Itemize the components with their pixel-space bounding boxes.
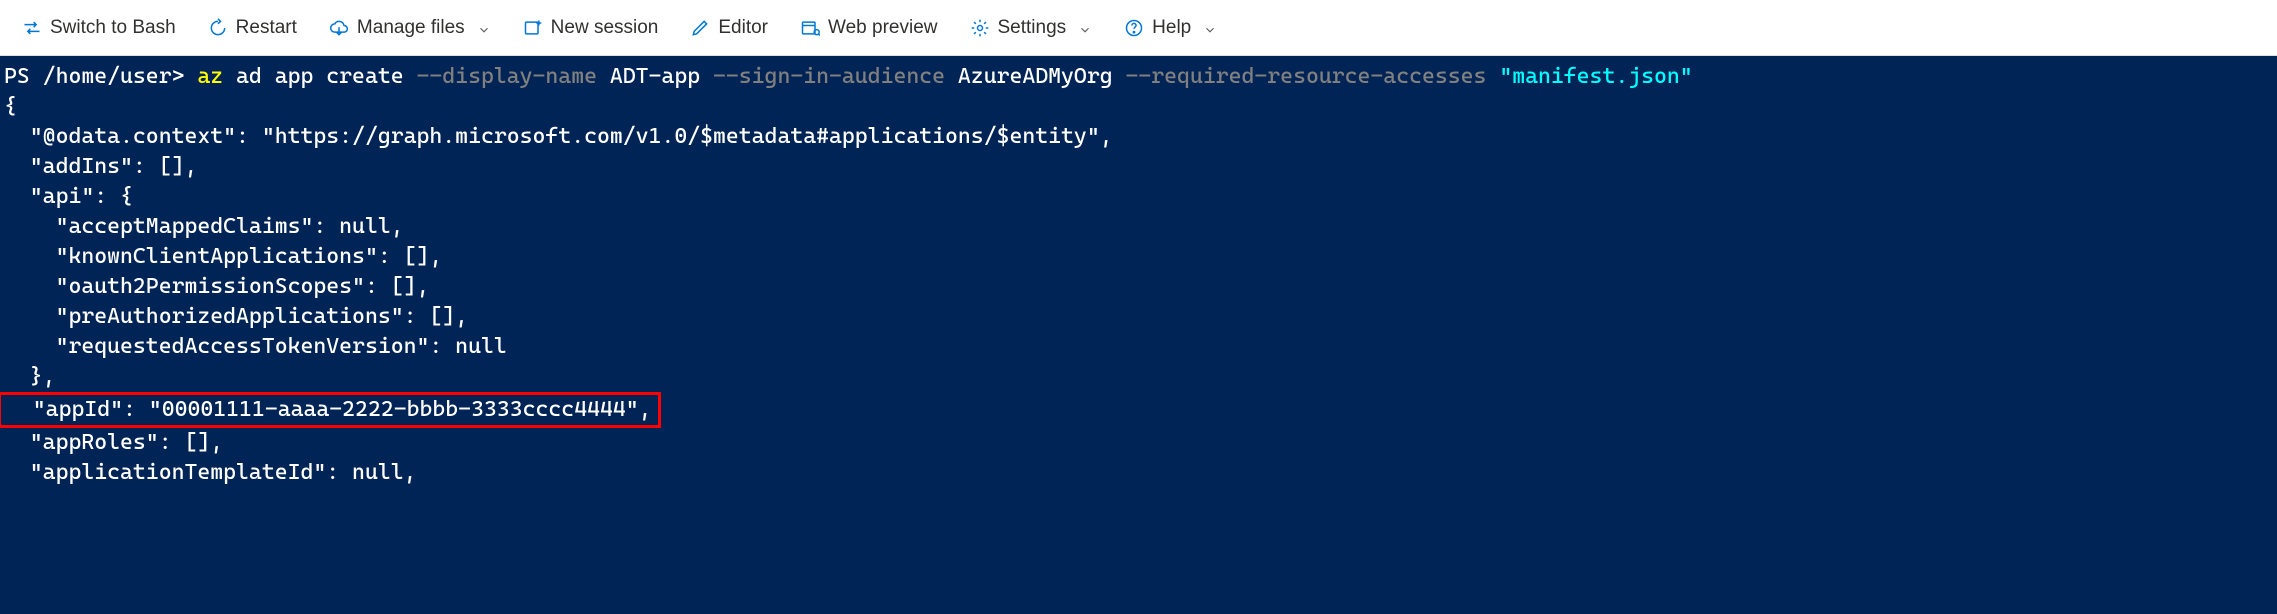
output-line: "addIns": [], [4, 154, 197, 179]
new-session-button[interactable]: New session [509, 11, 673, 45]
appid-highlight: "appId": "00001111-aaaa-2222-bbbb-3333cc… [0, 392, 661, 428]
help-button[interactable]: Help [1110, 11, 1231, 45]
editor-label: Editor [718, 17, 768, 39]
swap-icon [22, 18, 42, 38]
help-icon [1124, 18, 1144, 38]
output-line: { [4, 94, 17, 119]
web-preview-icon [800, 18, 820, 38]
settings-button[interactable]: Settings [956, 11, 1107, 45]
arg-audience: AzureADMyOrg [945, 64, 1125, 89]
output-line: "appRoles": [], [4, 430, 223, 455]
restart-label: Restart [236, 17, 297, 39]
output-line: }, [4, 364, 56, 389]
gear-icon [970, 18, 990, 38]
flag-audience: --sign-in-audience [713, 64, 945, 89]
restart-icon [208, 18, 228, 38]
output-line: "applicationTemplateId": null, [4, 460, 417, 485]
flag-resources: --required-resource-accesses [1125, 64, 1486, 89]
switch-shell-label: Switch to Bash [50, 17, 176, 39]
output-line: "api": { [4, 184, 133, 209]
chevron-down-icon [477, 21, 491, 35]
new-session-label: New session [551, 17, 659, 39]
output-line: "knownClientApplications": [], [4, 244, 442, 269]
cmd-subcommand: ad app create [223, 64, 416, 89]
manage-files-label: Manage files [357, 17, 465, 39]
chevron-down-icon [1203, 21, 1217, 35]
output-line: "acceptMappedClaims": null, [4, 214, 404, 239]
output-line: "@odata.context": "https://graph.microso… [4, 124, 1113, 149]
prompt-path: /home/user> [43, 64, 185, 89]
chevron-down-icon [1078, 21, 1092, 35]
output-line-appid: "appId": "00001111-aaaa-2222-bbbb-3333cc… [7, 397, 652, 422]
cmd-az: az [197, 64, 223, 89]
switch-shell-button[interactable]: Switch to Bash [8, 11, 190, 45]
flag-display-name: --display-name [417, 64, 597, 89]
output-line: "requestedAccessTokenVersion": null [4, 334, 507, 359]
cloud-shell-toolbar: Switch to Bash Restart Manage files [0, 0, 2277, 56]
manage-files-button[interactable]: Manage files [315, 11, 505, 45]
cloud-files-icon [329, 18, 349, 38]
arg-manifest: "manifest.json" [1486, 64, 1692, 89]
pencil-icon [690, 18, 710, 38]
output-line: "preAuthorizedApplications": [], [4, 304, 468, 329]
editor-button[interactable]: Editor [676, 11, 782, 45]
terminal-pane[interactable]: PS /home/user> az ad app create --displa… [0, 56, 2277, 614]
help-label: Help [1152, 17, 1191, 39]
new-session-icon [523, 18, 543, 38]
restart-button[interactable]: Restart [194, 11, 311, 45]
prompt-prefix: PS [4, 64, 43, 89]
output-line: "oauth2PermissionScopes": [], [4, 274, 429, 299]
arg-display-name: ADT-app [597, 64, 713, 89]
web-preview-label: Web preview [828, 17, 937, 39]
web-preview-button[interactable]: Web preview [786, 11, 951, 45]
settings-label: Settings [998, 17, 1067, 39]
